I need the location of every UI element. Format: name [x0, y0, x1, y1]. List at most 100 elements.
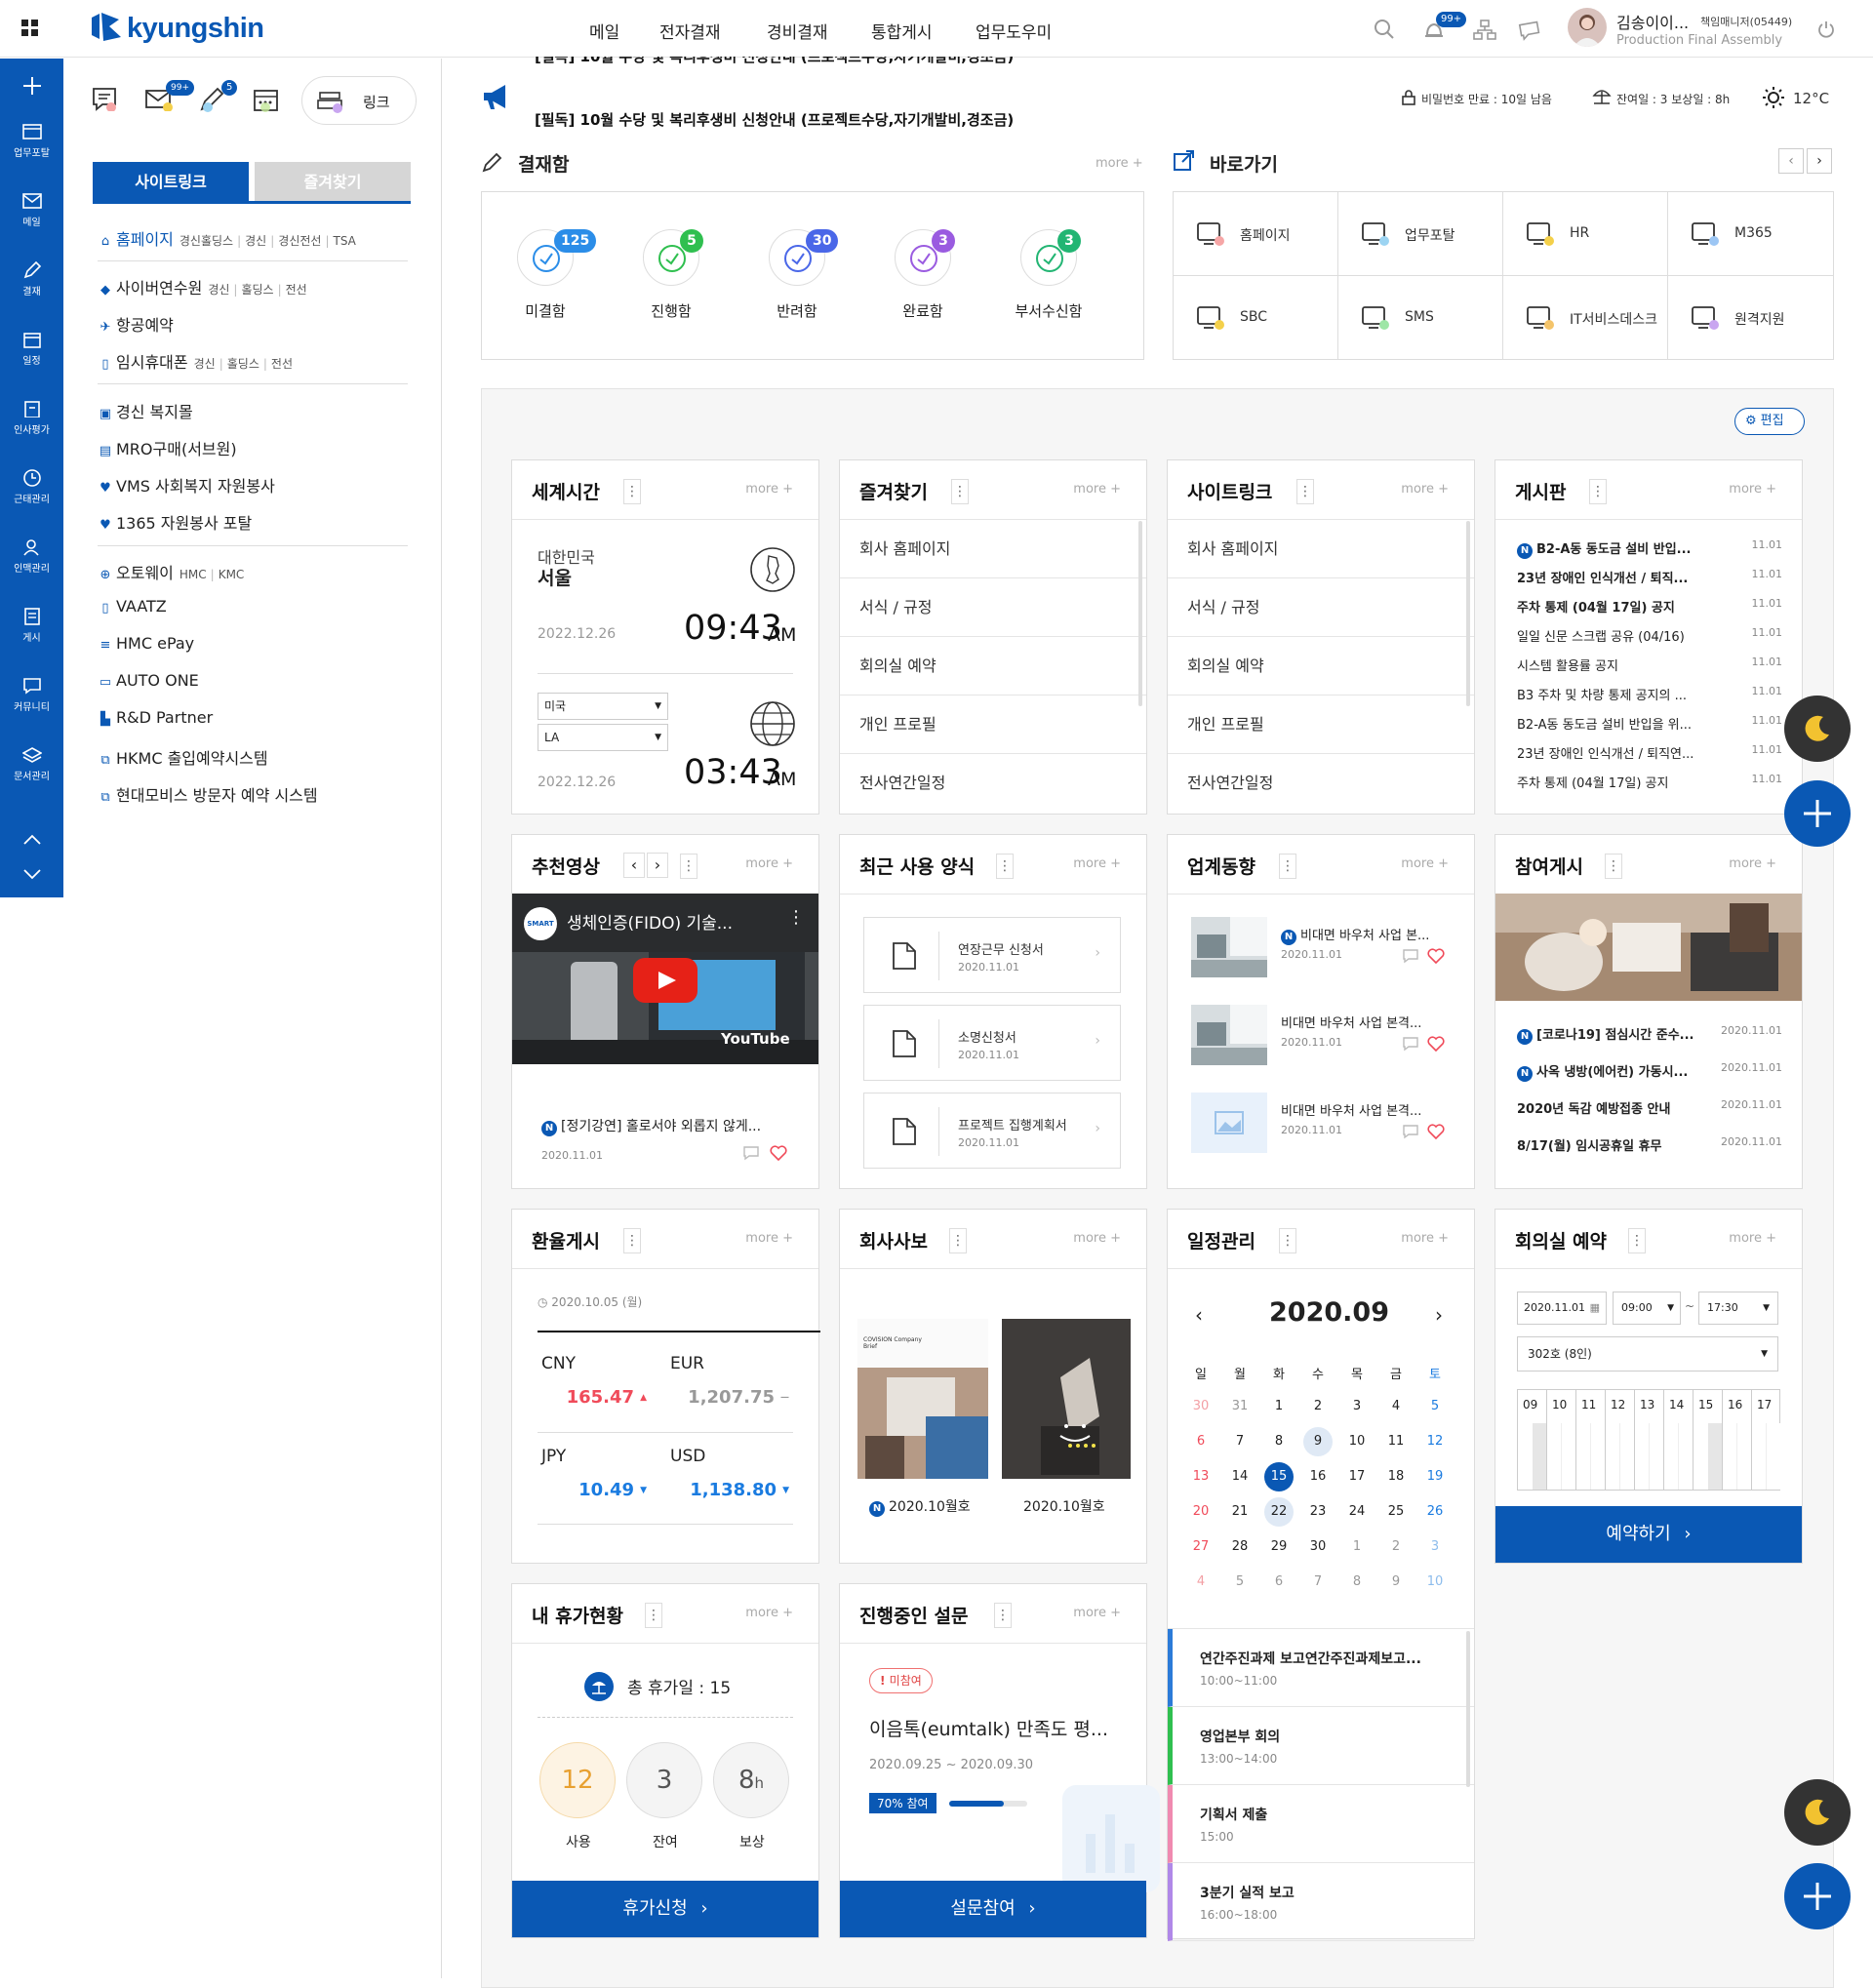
calendar-day[interactable]: 2 [1298, 1399, 1337, 1413]
notice-text[interactable]: [필독] 10월 수당 및 복리후생비 신청안내 (프로젝트수당,자기개발비,경… [535, 109, 1014, 130]
board-post[interactable]: 주차 통제 (04월 17일) 공지 11.01 [1517, 773, 1782, 792]
site-link-cyber-academy[interactable]: ◆ 사이버연수원 경신 | 홀딩스 | 전선 [99, 275, 307, 298]
city-select[interactable]: LA ▼ [538, 724, 668, 751]
calendar-day[interactable]: 8 [1259, 1434, 1298, 1449]
widget-menu-button[interactable]: ⋮ [1628, 1228, 1646, 1253]
schedule-event[interactable]: 기획서 제출 15:00 [1168, 1785, 1474, 1863]
site-link-autoway[interactable]: ⊕ 오토웨이 HMC | KMC [99, 560, 245, 583]
comment-icon[interactable] [1402, 1036, 1419, 1055]
news-title[interactable]: 비대면 바우처 사업 본격... [1281, 1013, 1421, 1031]
calendar-day[interactable]: 3 [1415, 1539, 1455, 1554]
widget-more-link[interactable]: more + [745, 1231, 793, 1246]
shortcut-5[interactable]: SMS [1338, 276, 1503, 360]
comment-icon[interactable] [742, 1145, 760, 1165]
list-item[interactable]: 서식 / 규정 [1168, 578, 1474, 637]
site-link-mobis-visit[interactable]: ⧉ 현대모비스 방문자 예약 시스템 [99, 782, 317, 806]
news-title[interactable]: 비대면 바우처 사업 본격... [1281, 1100, 1421, 1119]
hour-grid[interactable]: 09 10 11 12 13 14 15 16 17 [1517, 1389, 1780, 1491]
vacation-request-button[interactable]: 휴가신청 › [512, 1881, 818, 1937]
calendar-day[interactable]: 4 [1376, 1399, 1415, 1413]
board-post[interactable]: 시스템 활용률 공지 11.01 [1517, 656, 1782, 675]
widget-more-link[interactable]: more + [1073, 1606, 1121, 1620]
calendar-day[interactable]: 10 [1337, 1434, 1376, 1449]
news-thumbnail[interactable] [1191, 917, 1267, 977]
shortcut-1[interactable]: 업무포탈 [1338, 192, 1503, 276]
site-link-hkmc-entry[interactable]: ⧉ HKMC 출입예약시스템 [99, 745, 267, 769]
widget-menu-button[interactable]: ⋮ [949, 1228, 967, 1253]
board-post[interactable]: 주차 통제 (04월 17일) 공지 11.01 [1517, 597, 1782, 616]
comment-icon[interactable] [1402, 1124, 1419, 1143]
widget-menu-button[interactable]: ⋮ [1589, 479, 1607, 504]
calendar-day[interactable]: 13 [1181, 1469, 1220, 1484]
list-item[interactable]: 개인 프로필 [840, 696, 1146, 754]
shortcut-3[interactable]: M365 [1668, 192, 1833, 276]
approval-more-link[interactable]: more + [1096, 156, 1143, 171]
newsletter-cover[interactable] [1002, 1319, 1131, 1479]
shortcut-2[interactable]: HR [1503, 192, 1668, 276]
widget-more-link[interactable]: more + [745, 1606, 793, 1620]
calendar-day[interactable]: 18 [1376, 1469, 1415, 1484]
calendar-day[interactable]: 28 [1220, 1539, 1259, 1554]
nav-expense[interactable]: 경비결재 [767, 19, 828, 43]
scrollbar[interactable] [1138, 521, 1142, 706]
add-fab-button[interactable] [1784, 780, 1851, 847]
list-item[interactable]: 전사연간일정 [1168, 754, 1474, 813]
calendar-day[interactable]: 12 [1415, 1434, 1455, 1449]
heart-icon[interactable] [1427, 948, 1445, 968]
calendar-day[interactable]: 1 [1259, 1399, 1298, 1413]
calendar-day[interactable]: 25 [1376, 1504, 1415, 1519]
calendar-day[interactable]: 7 [1220, 1434, 1259, 1449]
widget-menu-button[interactable]: ⋮ [623, 479, 641, 504]
video-thumbnail[interactable]: SMART 생체인증(FIDO) 기술... ⋮ YouTube [512, 894, 818, 1064]
widget-menu-button[interactable]: ⋮ [645, 1603, 662, 1628]
rail-item-community[interactable]: 커뮤니티 [0, 677, 63, 713]
rail-item-mail[interactable]: 메일 [0, 192, 63, 228]
calendar-day[interactable]: 9 [1376, 1574, 1415, 1589]
calendar-day[interactable]: 5 [1415, 1399, 1455, 1413]
widget-more-link[interactable]: more + [745, 856, 793, 871]
heart-icon[interactable] [1427, 1124, 1445, 1143]
calendar-day[interactable]: 24 [1337, 1504, 1376, 1519]
calendar-next-button[interactable]: › [1435, 1303, 1443, 1327]
approval-label[interactable]: 부서수신함 [1009, 300, 1089, 321]
org-chart-icon[interactable] [1473, 20, 1496, 45]
shortcut-6[interactable]: IT서비스데스크 [1503, 276, 1668, 360]
site-link-temp-phone[interactable]: ▯ 임시휴대폰 경신 | 홀딩스 | 전선 [99, 349, 293, 373]
calendar-day[interactable]: 23 [1298, 1504, 1337, 1519]
tab-site-links[interactable]: 사이트링크 [93, 162, 249, 203]
list-item[interactable]: 개인 프로필 [1168, 696, 1474, 754]
widget-more-link[interactable]: more + [1401, 1231, 1449, 1246]
participation-post[interactable]: 2020년 독감 예방접종 안내 2020.11.01 [1517, 1098, 1782, 1118]
shortcut-7[interactable]: 원격지원 [1668, 276, 1833, 360]
widget-more-link[interactable]: more + [1729, 482, 1776, 497]
rail-add-button[interactable] [0, 76, 63, 99]
survey-name[interactable]: 이음톡(eumtalk) 만족도 평... [869, 1715, 1108, 1741]
start-time-select[interactable]: 09:00 ▼ [1613, 1292, 1681, 1325]
tab-favorites[interactable]: 즐겨찾기 [255, 162, 411, 203]
calendar-day[interactable]: 20 [1181, 1504, 1220, 1519]
widget-more-link[interactable]: more + [1401, 856, 1449, 871]
widget-menu-button[interactable]: ⋮ [1279, 1228, 1296, 1253]
approval-label[interactable]: 완료함 [883, 300, 963, 321]
calendar-day[interactable]: 3 [1337, 1399, 1376, 1413]
edit-button[interactable]: ⚙ 편집 [1734, 408, 1805, 435]
calendar-day[interactable]: 30 [1181, 1399, 1220, 1413]
approval-label[interactable]: 진행함 [631, 300, 711, 321]
nav-mail[interactable]: 메일 [589, 19, 619, 43]
participation-image[interactable] [1495, 894, 1802, 1001]
scrollbar[interactable] [1466, 1631, 1470, 1787]
calendar-day[interactable]: 2 [1376, 1539, 1415, 1554]
calendar-day[interactable]: 30 [1298, 1539, 1337, 1554]
widget-menu-button[interactable]: ⋮ [1296, 479, 1314, 504]
participation-post[interactable]: N 사옥 냉방(에어컨) 가동시... 2020.11.01 [1517, 1061, 1782, 1082]
video-more-icon[interactable]: ⋮ [787, 907, 805, 928]
avatar[interactable] [1568, 8, 1607, 47]
site-link-vaatz[interactable]: ▯ VAATZ [99, 597, 166, 616]
calendar-day[interactable]: 17 [1337, 1469, 1376, 1484]
room-select[interactable]: 302호 (8인) ▼ [1517, 1336, 1778, 1372]
widget-menu-button[interactable]: ⋮ [1605, 854, 1622, 879]
rail-item-portal[interactable]: 업무포탈 [0, 123, 63, 159]
calendar-day[interactable]: 14 [1220, 1469, 1259, 1484]
calendar-day[interactable]: 22 [1259, 1504, 1298, 1519]
list-item[interactable]: 회사 홈페이지 [840, 520, 1146, 578]
